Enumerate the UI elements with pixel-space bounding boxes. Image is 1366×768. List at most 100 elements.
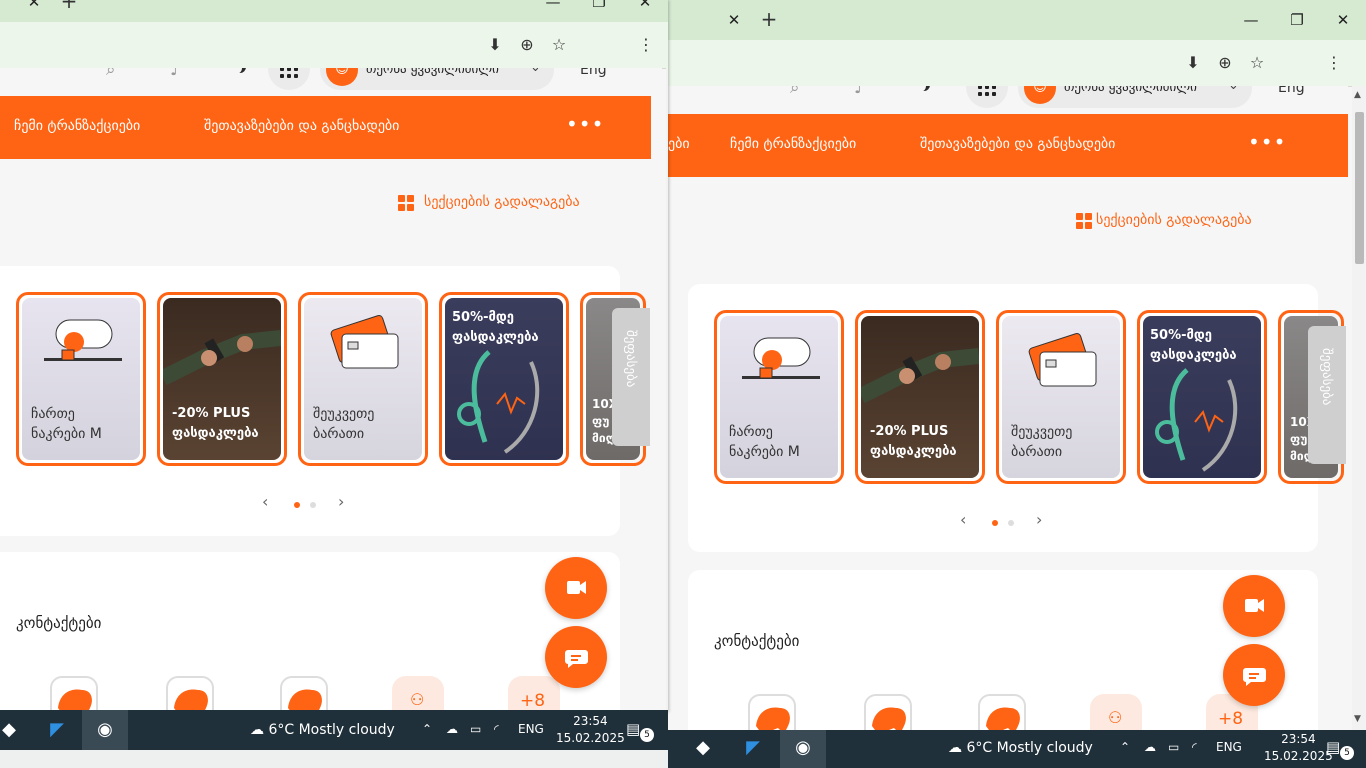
nav-item-partial[interactable]: ები xyxy=(668,136,690,152)
apps-grid-button[interactable] xyxy=(966,86,1008,108)
cloud-sync-icon[interactable]: ☁ xyxy=(446,722,458,736)
group-contact-button[interactable]: ⚇ xyxy=(1090,694,1142,730)
story-card[interactable]: 50%-მდე ფასდაკლება xyxy=(1137,310,1267,484)
close-window-button[interactable]: ✕ xyxy=(1328,8,1358,32)
feedback-side-tab[interactable]: შეფასება xyxy=(612,308,650,446)
zoom-icon[interactable]: ⊕ xyxy=(1212,50,1238,76)
zoom-icon[interactable]: ⊕ xyxy=(514,32,540,58)
carousel-dot[interactable] xyxy=(310,502,316,508)
chrome-icon[interactable]: ◉ xyxy=(780,728,826,768)
wifi-icon[interactable]: ◜ xyxy=(494,722,499,736)
story-card[interactable]: ჩართე ნაკრები M xyxy=(714,310,844,484)
minimize-button[interactable]: — xyxy=(1236,8,1266,32)
new-tab-button[interactable]: + xyxy=(758,8,780,30)
bookmark-star-icon[interactable]: ☆ xyxy=(546,32,572,58)
language-switch[interactable]: Eng xyxy=(580,68,607,78)
git-icon[interactable]: ◆ xyxy=(0,710,32,750)
scroll-down-icon[interactable]: ▼ xyxy=(1354,714,1361,724)
story-card[interactable]: -20% PLUS ფასდაკლება xyxy=(855,310,985,484)
bell-icon[interactable]: ♪ xyxy=(170,68,181,80)
carousel-dot[interactable] xyxy=(1008,520,1014,526)
nav-more-icon[interactable]: ••• xyxy=(566,112,604,136)
group-contact-button[interactable]: ⚇ xyxy=(392,676,444,712)
credit-card-illustration xyxy=(1028,333,1097,387)
bookmark-star-icon[interactable]: ☆ xyxy=(1244,50,1270,76)
chrome-icon[interactable]: ◉ xyxy=(82,710,128,750)
manage-sections-link[interactable]: სექციების გადალაგება xyxy=(1096,212,1252,228)
nav-item-offers[interactable]: შეთავაზებები და განცხადები xyxy=(204,118,399,134)
tray-chevron-icon[interactable]: ⌃ xyxy=(1120,740,1130,754)
maximize-button[interactable]: ❐ xyxy=(1282,8,1312,32)
bell-icon[interactable]: ♪ xyxy=(854,86,865,98)
weather-widget[interactable]: ☁ 6°C Mostly cloudy xyxy=(948,740,1093,756)
new-tab-button[interactable]: + xyxy=(58,0,80,12)
git-icon[interactable]: ◆ xyxy=(680,728,726,768)
notifications-icon[interactable]: ▤ 5 xyxy=(626,720,654,742)
menu-kebab-icon[interactable]: ⋮ xyxy=(633,32,659,58)
scroll-up-icon[interactable]: ▲ xyxy=(1354,90,1361,100)
apps-grid-button[interactable] xyxy=(268,68,310,90)
video-call-button[interactable] xyxy=(545,557,607,619)
chat-button[interactable] xyxy=(1223,644,1285,706)
wifi-icon[interactable]: ◜ xyxy=(1192,740,1197,754)
carousel-prev-icon[interactable]: ‹ xyxy=(262,492,268,511)
moon-icon[interactable] xyxy=(914,86,926,92)
vscode-icon[interactable]: ◤ xyxy=(730,728,776,768)
nav-item-transactions[interactable]: ჩემი ტრანზაქციები xyxy=(730,136,856,152)
vscode-icon[interactable]: ◤ xyxy=(34,710,80,750)
search-icon[interactable]: ⌕ xyxy=(106,68,116,80)
clock[interactable]: 23:54 15.02.2025 xyxy=(556,713,625,747)
nav-item-transactions[interactable]: ჩემი ტრანზაქციები xyxy=(14,118,140,134)
weather-widget[interactable]: ☁ 6°C Mostly cloudy xyxy=(250,722,395,738)
close-window-button[interactable]: ✕ xyxy=(630,0,660,14)
story-card[interactable]: ჩართე ნაკრები M xyxy=(16,292,146,466)
contact-avatar[interactable] xyxy=(166,676,214,712)
contact-avatar[interactable] xyxy=(50,676,98,712)
moon-icon[interactable] xyxy=(230,68,242,74)
clock[interactable]: 23:54 15.02.2025 xyxy=(1264,731,1333,765)
tab-close-icon[interactable]: ✕ xyxy=(724,10,744,30)
contact-avatar[interactable] xyxy=(864,694,912,730)
notifications-icon[interactable]: ▤ 5 xyxy=(1326,738,1354,760)
story-card[interactable]: 50%-მდე ფასდაკლება xyxy=(439,292,569,466)
nav-more-icon[interactable]: ••• xyxy=(1248,130,1286,154)
language-indicator[interactable]: ENG xyxy=(1216,740,1242,754)
contact-avatar[interactable] xyxy=(280,676,328,712)
manage-sections-link[interactable]: სექციების გადალაგება xyxy=(424,194,580,210)
browser-window-right: ✕ + — ❐ ✕ ⬇ ⊕ ☆ ⋮ ⌕ ♪ ☺ თეონა ყვავილიძილ… xyxy=(668,0,1366,730)
feedback-side-tab[interactable]: შეფასება xyxy=(1308,326,1346,464)
story-card[interactable]: -20% PLUS ფასდაკლება xyxy=(157,292,287,466)
language-indicator[interactable]: ENG xyxy=(518,722,544,736)
battery-icon[interactable]: ▭ xyxy=(1168,740,1179,754)
page-scrollbar[interactable]: ▲ ▼ xyxy=(666,68,668,712)
carousel-next-icon[interactable]: › xyxy=(1036,510,1042,529)
contact-avatar[interactable] xyxy=(748,694,796,730)
chat-button[interactable] xyxy=(545,626,607,688)
minimize-button[interactable]: — xyxy=(538,0,568,14)
search-icon[interactable]: ⌕ xyxy=(790,86,800,98)
carousel-next-icon[interactable]: › xyxy=(338,492,344,511)
cloud-sync-icon[interactable]: ☁ xyxy=(1144,740,1156,754)
story-card[interactable]: შეუკვეთე ბარათი xyxy=(996,310,1126,484)
page-scrollbar[interactable]: ▲ ▼ xyxy=(1352,86,1366,730)
carousel-prev-icon[interactable]: ‹ xyxy=(960,510,966,529)
maximize-button[interactable]: ❐ xyxy=(584,0,614,14)
nav-item-offers[interactable]: შეთავაზებები და განცხადები xyxy=(920,136,1115,152)
user-menu[interactable]: ☺ თეონა ყვავილიძილი ⌄ xyxy=(320,68,554,90)
install-app-icon[interactable]: ⬇ xyxy=(1180,50,1206,76)
tray-chevron-icon[interactable]: ⌃ xyxy=(422,722,432,736)
contact-avatar[interactable] xyxy=(978,694,1026,730)
install-app-icon[interactable]: ⬇ xyxy=(482,32,508,58)
tab-close-icon[interactable]: ✕ xyxy=(24,0,44,12)
menu-kebab-icon[interactable]: ⋮ xyxy=(1321,50,1347,76)
battery-icon[interactable]: ▭ xyxy=(470,722,481,736)
story-card[interactable]: შეუკვეთე ბარათი xyxy=(298,292,428,466)
user-menu[interactable]: ☺ თეონა ყვავილიძილი ⌄ xyxy=(1018,86,1252,108)
language-switch[interactable]: Eng xyxy=(1278,86,1305,96)
carousel-dot-active[interactable] xyxy=(294,502,300,508)
browser-toolbar: ⬇ ⊕ ☆ ⋮ xyxy=(0,22,668,95)
story-image: -20% PLUS ფასდაკლება xyxy=(861,316,979,478)
video-call-button[interactable] xyxy=(1223,575,1285,637)
carousel-dot-active[interactable] xyxy=(992,520,998,526)
scrollbar-thumb[interactable] xyxy=(1355,112,1364,264)
